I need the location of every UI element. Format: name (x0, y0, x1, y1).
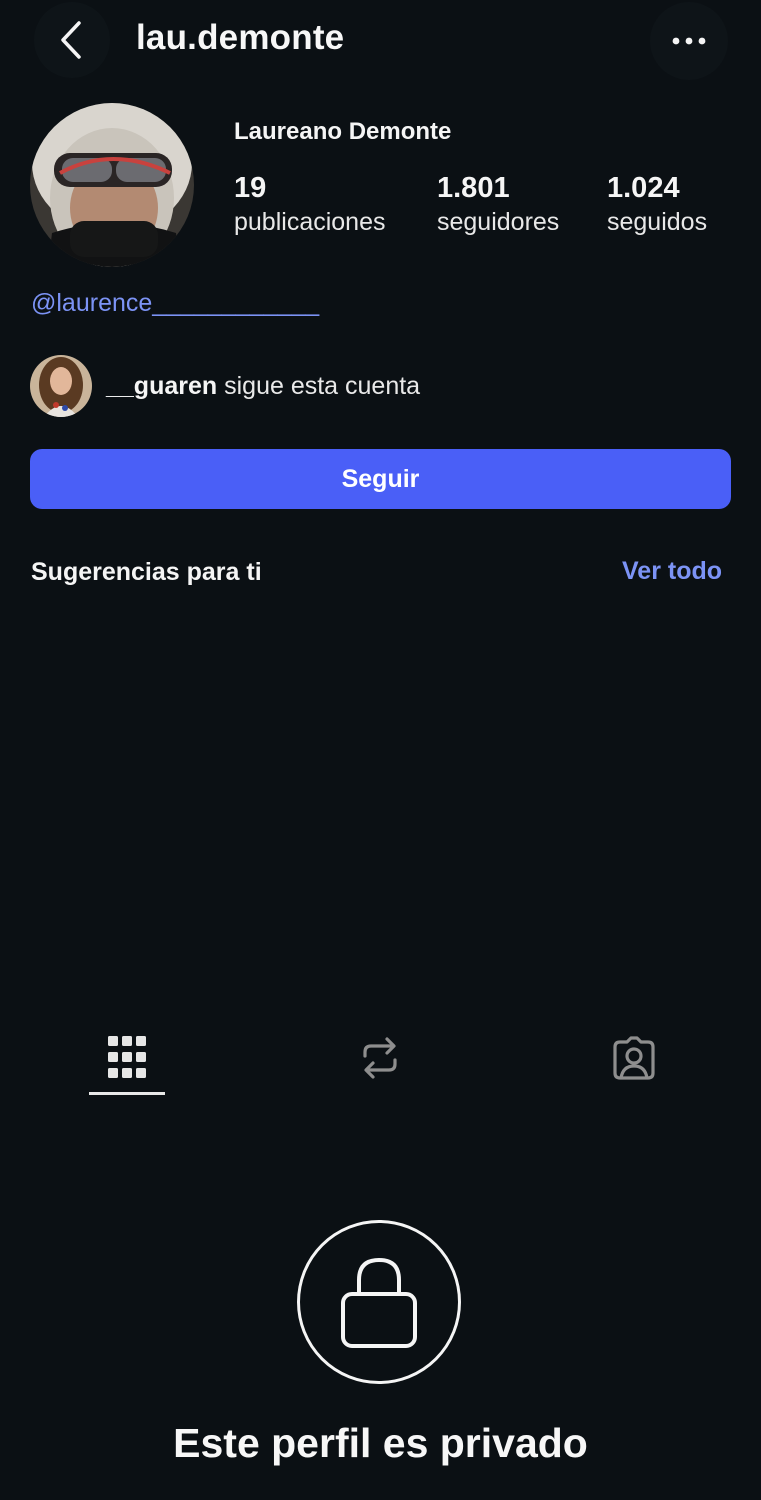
mutual-follower-avatar (30, 355, 92, 417)
suggestions-title: Sugerencias para ti (31, 558, 262, 586)
more-options-button[interactable] (650, 2, 728, 80)
mutual-follower-text: __guaren sigue esta cuenta (106, 372, 420, 401)
profile-full-name: Laureano Demonte (234, 118, 452, 145)
stat-followers[interactable]: 1.801 seguidores (437, 170, 559, 238)
active-tab-indicator (89, 1092, 165, 1095)
stat-value: 19 (234, 172, 267, 204)
back-button[interactable] (34, 2, 110, 78)
tab-posts-grid[interactable] (77, 1020, 177, 1096)
see-all-link[interactable]: Ver todo (622, 557, 722, 586)
private-lock-badge (297, 1220, 461, 1384)
stat-value: 1.801 (437, 172, 510, 204)
stat-label: seguidos (607, 208, 708, 236)
stat-value: 1.024 (607, 172, 680, 204)
mutual-follower-row[interactable]: __guaren sigue esta cuenta (30, 355, 730, 417)
tab-tagged[interactable] (584, 1020, 684, 1096)
stat-label: seguidores (437, 208, 560, 236)
follow-button[interactable]: Seguir (30, 449, 731, 509)
stat-following[interactable]: 1.024 seguidos (607, 170, 707, 238)
page-title: lau.demonte (136, 18, 345, 57)
bio-mention-link[interactable]: @laurence____________ (31, 289, 319, 318)
grid-icon (108, 1036, 146, 1078)
stat-label: publicaciones (234, 208, 386, 236)
private-profile-title: Este perfil es privado (173, 1420, 588, 1466)
reposts-icon (363, 1037, 397, 1079)
mutual-follower-username[interactable]: __guaren (106, 372, 217, 400)
mutual-follower-suffix: sigue esta cuenta (217, 371, 421, 400)
chevron-left-icon (61, 21, 81, 59)
tab-reposts[interactable] (330, 1020, 430, 1096)
stat-posts[interactable]: 19 publicaciones (234, 170, 386, 238)
profile-avatar[interactable] (30, 103, 194, 267)
ellipsis-icon (672, 37, 706, 45)
lock-icon (341, 1257, 417, 1348)
tagged-icon (613, 1036, 655, 1080)
